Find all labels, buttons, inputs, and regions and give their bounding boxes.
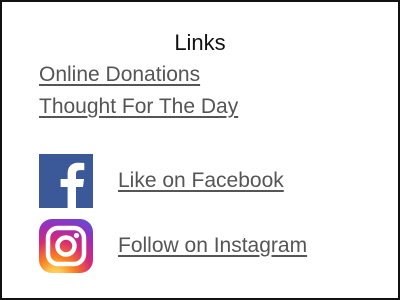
facebook-row[interactable]: Like on Facebook (39, 154, 284, 208)
thought-for-the-day-link[interactable]: Thought For The Day (39, 94, 238, 120)
follow-on-instagram-link[interactable]: Follow on Instagram (118, 233, 307, 259)
like-on-facebook-link[interactable]: Like on Facebook (118, 168, 284, 194)
facebook-icon[interactable] (39, 154, 93, 208)
instagram-icon[interactable] (39, 219, 93, 273)
instagram-row[interactable]: Follow on Instagram (39, 219, 307, 273)
online-donations-link[interactable]: Online Donations (39, 62, 200, 88)
links-panel: Links Online Donations Thought For The D… (0, 0, 400, 300)
links-title: Links (174, 30, 226, 55)
